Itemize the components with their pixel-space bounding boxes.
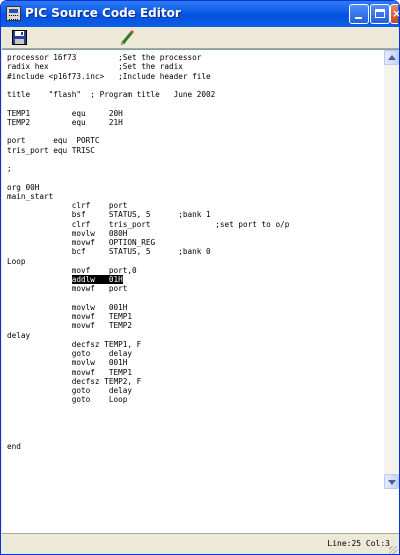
code-line[interactable]: movlw 080H bbox=[7, 229, 289, 238]
code-line[interactable]: decfsz TEMP2, F bbox=[7, 377, 289, 386]
code-editor[interactable]: processor 16f73 ;Set the processor radix … bbox=[2, 49, 399, 534]
code-line[interactable]: goto delay bbox=[7, 386, 289, 395]
code-line[interactable] bbox=[7, 81, 289, 90]
code-line[interactable]: goto delay bbox=[7, 349, 289, 358]
code-line[interactable]: #include <p16f73.inc> ;Include header fi… bbox=[7, 72, 289, 81]
close-icon: × bbox=[392, 8, 399, 20]
code-line[interactable]: decfsz TEMP1, F bbox=[7, 340, 289, 349]
code-line[interactable] bbox=[7, 405, 289, 414]
code-line[interactable] bbox=[7, 294, 289, 303]
vertical-scrollbar[interactable] bbox=[384, 50, 399, 489]
scroll-down-button[interactable] bbox=[384, 474, 399, 489]
code-line[interactable] bbox=[7, 173, 289, 182]
code-line[interactable] bbox=[7, 99, 289, 108]
source-code[interactable]: processor 16f73 ;Set the processor radix … bbox=[7, 53, 289, 451]
code-line[interactable]: addlw 01H bbox=[7, 275, 289, 284]
edit-button[interactable] bbox=[119, 29, 136, 46]
minimize-button[interactable] bbox=[349, 4, 369, 24]
code-line[interactable]: movwf TEMP1 bbox=[7, 312, 289, 321]
toolbar bbox=[2, 27, 399, 49]
cursor-position: Line:25 Col:3 bbox=[327, 539, 390, 548]
status-bar: Line:25 Col:3 bbox=[2, 533, 399, 554]
maximize-button[interactable] bbox=[370, 4, 390, 24]
code-line[interactable]: movf port,0 bbox=[7, 266, 289, 275]
code-line[interactable]: movwf port bbox=[7, 284, 289, 293]
code-line[interactable]: radix hex ;Set the radix bbox=[7, 62, 289, 71]
editor-window: PIC Source Code Editor × bbox=[0, 0, 400, 555]
code-line[interactable]: movlw 001H bbox=[7, 358, 289, 367]
code-line[interactable] bbox=[7, 423, 289, 432]
code-line[interactable]: TEMP2 equ 21H bbox=[7, 118, 289, 127]
code-line[interactable]: bsf STATUS, 5 ;bank 1 bbox=[7, 210, 289, 219]
code-line[interactable]: tris_port equ TRISC bbox=[7, 146, 289, 155]
code-line[interactable]: port equ PORTC bbox=[7, 136, 289, 145]
code-line[interactable] bbox=[7, 127, 289, 136]
close-button[interactable]: × bbox=[390, 4, 399, 24]
code-line[interactable] bbox=[7, 432, 289, 441]
arrow-down-icon bbox=[388, 480, 396, 485]
resize-grip-icon[interactable] bbox=[389, 546, 397, 554]
code-line[interactable]: main_start bbox=[7, 192, 289, 201]
maximize-icon bbox=[375, 9, 385, 18]
code-line[interactable]: goto Loop bbox=[7, 395, 289, 404]
code-line[interactable]: bcf STATUS, 5 ;bank 0 bbox=[7, 247, 289, 256]
floppy-disk-icon bbox=[12, 30, 27, 45]
app-icon bbox=[6, 6, 21, 21]
title-bar[interactable]: PIC Source Code Editor × bbox=[1, 1, 399, 27]
window-title: PIC Source Code Editor bbox=[25, 6, 181, 20]
code-line[interactable]: movwf TEMP2 bbox=[7, 321, 289, 330]
code-line[interactable]: movlw 001H bbox=[7, 303, 289, 312]
arrow-up-icon bbox=[388, 55, 396, 60]
code-line[interactable]: clrf port bbox=[7, 201, 289, 210]
code-line[interactable]: ; bbox=[7, 164, 289, 173]
save-button[interactable] bbox=[11, 29, 28, 46]
code-line[interactable]: TEMP1 equ 20H bbox=[7, 109, 289, 118]
code-line[interactable]: Loop bbox=[7, 257, 289, 266]
code-line[interactable]: title "flash" ; Program title June 2002 bbox=[7, 90, 289, 99]
minimize-icon bbox=[355, 17, 362, 19]
code-line[interactable]: movwf TEMP1 bbox=[7, 368, 289, 377]
code-line[interactable] bbox=[7, 155, 289, 164]
code-line[interactable]: movwf OPTION_REG bbox=[7, 238, 289, 247]
selected-text[interactable]: addlw 01H bbox=[71, 275, 123, 284]
code-line[interactable]: processor 16f73 ;Set the processor bbox=[7, 53, 289, 62]
code-line[interactable]: clrf tris_port ;set port to o/p bbox=[7, 220, 290, 229]
code-line[interactable] bbox=[7, 414, 289, 423]
pencil-icon bbox=[121, 29, 135, 45]
code-line[interactable]: end bbox=[7, 442, 289, 451]
code-line[interactable]: org 00H bbox=[7, 183, 289, 192]
code-line[interactable]: delay bbox=[7, 331, 289, 340]
scroll-up-button[interactable] bbox=[384, 50, 399, 65]
